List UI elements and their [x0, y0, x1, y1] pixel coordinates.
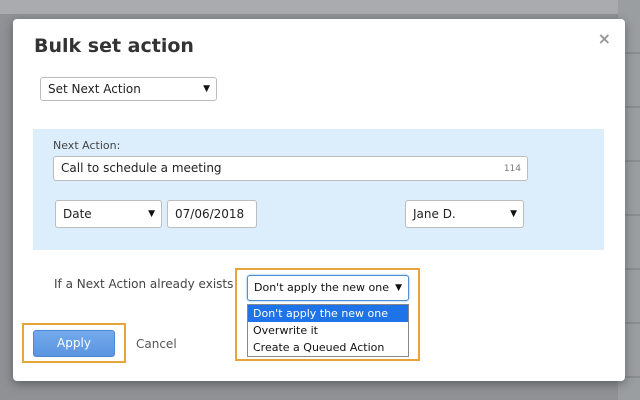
next-action-label: Next Action:: [53, 139, 121, 152]
date-input[interactable]: 07/06/2018: [167, 200, 257, 228]
next-action-input[interactable]: Call to schedule a meeting 114: [53, 156, 528, 181]
date-type-value: Date: [63, 207, 92, 221]
existing-action-select[interactable]: Don't apply the new one ▼: [247, 275, 409, 301]
apply-button[interactable]: Apply: [33, 330, 115, 357]
existing-action-options: Don't apply the new one Overwrite it Cre…: [247, 304, 409, 357]
bulk-set-action-modal: Bulk set action × Set Next Action ▼ Next…: [13, 19, 625, 381]
option-dont-apply[interactable]: Don't apply the new one: [248, 305, 408, 322]
option-create-queued[interactable]: Create a Queued Action: [248, 339, 408, 356]
backdrop-strip: [0, 0, 640, 14]
action-type-select[interactable]: Set Next Action ▼: [40, 77, 217, 101]
caret-down-icon: ▼: [395, 283, 402, 293]
char-counter: 114: [503, 164, 521, 174]
apply-button-highlight: Apply: [22, 323, 126, 363]
date-type-select[interactable]: Date ▼: [55, 200, 162, 228]
existing-action-label: If a Next Action already exists: [54, 277, 234, 291]
close-icon[interactable]: ×: [598, 29, 611, 48]
caret-down-icon: ▼: [203, 84, 210, 94]
modal-title: Bulk set action: [34, 35, 194, 57]
existing-action-value: Don't apply the new one: [254, 281, 390, 294]
next-action-value: Call to schedule a meeting: [61, 161, 222, 175]
option-overwrite[interactable]: Overwrite it: [248, 322, 408, 339]
existing-action-dropdown-highlight: Don't apply the new one ▼ Don't apply th…: [235, 268, 420, 361]
cancel-link[interactable]: Cancel: [136, 337, 177, 351]
next-action-panel: Next Action: Call to schedule a meeting …: [33, 129, 604, 250]
date-value: 07/06/2018: [175, 207, 245, 221]
action-type-value: Set Next Action: [48, 82, 141, 96]
caret-down-icon: ▼: [510, 209, 517, 219]
assignee-value: Jane D.: [413, 207, 456, 221]
caret-down-icon: ▼: [148, 209, 155, 219]
assignee-select[interactable]: Jane D. ▼: [405, 200, 524, 228]
